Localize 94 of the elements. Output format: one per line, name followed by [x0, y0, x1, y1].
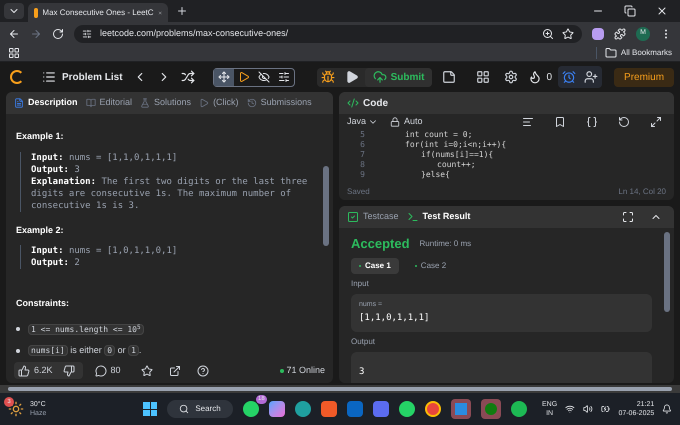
thumbs-up-icon — [18, 364, 30, 376]
code-line: count++; — [437, 160, 476, 170]
comment-icon — [94, 364, 107, 376]
example-line: Input: nums = [1,1,0,1,1,1] — [31, 152, 178, 164]
constraint-text: 1 <= nums.length <= 10$^{5}$ — [28, 322, 144, 336]
online-count: 71 Online — [286, 364, 325, 377]
checkbox-icon — [347, 211, 359, 223]
line-number: 8 — [359, 160, 365, 170]
panel-tab[interactable]: Description — [14, 96, 78, 110]
language-dropdown[interactable]: Java — [347, 115, 378, 129]
extension-icon[interactable] — [592, 28, 604, 40]
list-icon — [42, 70, 56, 84]
panel-tab[interactable]: (Click) — [199, 96, 239, 110]
panel-title: Code — [363, 96, 388, 110]
case-tab[interactable]: Case 2 — [406, 258, 454, 274]
tab-title: Max Consecutive Ones - LeetC — [42, 6, 154, 18]
terminal-icon — [406, 211, 419, 223]
new-tab-icon[interactable] — [176, 5, 188, 17]
example-line: Explanation: The first two digits or the last three digits are consecutive 1s. The maximum number of consecutive 1s is 3. — [31, 176, 308, 212]
input-label: Input — [351, 278, 370, 290]
site-settings-icon[interactable] — [82, 28, 92, 38]
move-icon[interactable] — [214, 68, 234, 86]
panel-tab[interactable]: Submissions — [246, 96, 312, 110]
result-status: Accepted — [351, 235, 410, 253]
notifications-icon[interactable] — [662, 403, 672, 415]
output-value: 3 — [359, 366, 364, 376]
problem-list-button[interactable]: Problem List — [42, 70, 123, 84]
runtime-text: Runtime: 0 ms — [420, 238, 472, 250]
restore-icon[interactable] — [624, 5, 636, 17]
browser-tab[interactable]: Max Consecutive Ones - LeetC — [28, 3, 168, 22]
flame-icon — [528, 70, 542, 84]
star-icon[interactable] — [562, 28, 574, 40]
book-icon — [86, 98, 96, 108]
panel-tab[interactable]: Editorial — [86, 96, 132, 110]
folder-icon — [604, 47, 617, 59]
search-button[interactable]: Search — [167, 400, 233, 418]
comments-button[interactable]: 80 — [94, 364, 121, 378]
all-bookmarks-link[interactable]: All Bookmarks — [596, 47, 672, 59]
app-icon[interactable] — [372, 401, 389, 417]
flask-icon — [140, 98, 150, 108]
forward-icon[interactable] — [30, 28, 42, 40]
tab-search-button[interactable] — [4, 3, 24, 19]
start-icon[interactable] — [143, 402, 158, 416]
example-line: Output: 2 — [31, 257, 81, 269]
logo-icon[interactable] — [10, 70, 24, 84]
panel-tab[interactable]: Testcase — [347, 210, 399, 224]
history-icon — [246, 98, 257, 108]
upload-icon — [372, 70, 387, 84]
bullet-icon — [16, 348, 20, 353]
line-number: 6 — [359, 140, 365, 150]
panel-tab[interactable]: Test Result — [406, 210, 470, 224]
example-title: Example 2: — [16, 224, 65, 237]
auto-toggle[interactable]: Auto — [390, 115, 423, 129]
horizontal-scrollbar[interactable] — [0, 385, 680, 393]
premium-button[interactable]: Premium — [614, 68, 674, 86]
output-label: Output — [351, 336, 376, 348]
close-icon[interactable] — [656, 5, 668, 17]
zoom-icon[interactable] — [542, 28, 554, 40]
code-line: for(int i=0;i<n;i++){ — [405, 140, 506, 150]
search-icon — [179, 404, 190, 414]
line-number: 5 — [359, 130, 365, 140]
input-value: [1,1,0,1,1,1] — [359, 312, 430, 325]
example-line: Input: nums = [1,0,1,1,0,1] — [31, 245, 178, 257]
apps-icon[interactable] — [8, 47, 20, 59]
favicon-icon — [34, 8, 38, 18]
streak-counter[interactable]: 0 — [528, 70, 552, 84]
play-icon — [199, 98, 210, 108]
reload-icon[interactable] — [52, 28, 64, 40]
code-line: }else{ — [421, 170, 450, 180]
saved-status: Saved — [347, 186, 370, 198]
shuffle-icon[interactable] — [180, 70, 195, 84]
constraints-title: Constraints: — [16, 297, 70, 310]
code-line: if(nums[i]==1){ — [421, 150, 494, 160]
example-title: Example 1: — [16, 130, 65, 143]
extensions-icon[interactable] — [614, 28, 626, 40]
line-number: 9 — [359, 170, 365, 180]
battery-icon[interactable] — [600, 403, 610, 415]
example-line: Output: 3 — [31, 164, 81, 176]
submit-button[interactable]: Submit — [364, 68, 432, 86]
line-number: 7 — [359, 150, 365, 160]
document-icon — [14, 98, 24, 108]
back-icon[interactable] — [8, 28, 20, 40]
panel-tab[interactable]: Solutions — [140, 96, 192, 110]
bullet-icon — [16, 327, 20, 332]
case-tab[interactable]: Case 1 — [351, 258, 399, 274]
cursor-position: Ln 14, Col 20 — [618, 186, 666, 198]
code-icon — [347, 97, 359, 109]
constraint-text: nums[i] is either 0 or 1 . — [28, 344, 142, 358]
lock-icon — [390, 117, 400, 127]
app-icon[interactable] — [450, 399, 471, 419]
volume-icon[interactable] — [582, 403, 593, 415]
code-line: int count = 0; — [405, 130, 472, 140]
address-bar[interactable]: leetcode.com/problems/max-consecutive-ones/ — [74, 24, 582, 42]
url-text: leetcode.com/problems/max-consecutive-ones/ — [100, 26, 290, 40]
